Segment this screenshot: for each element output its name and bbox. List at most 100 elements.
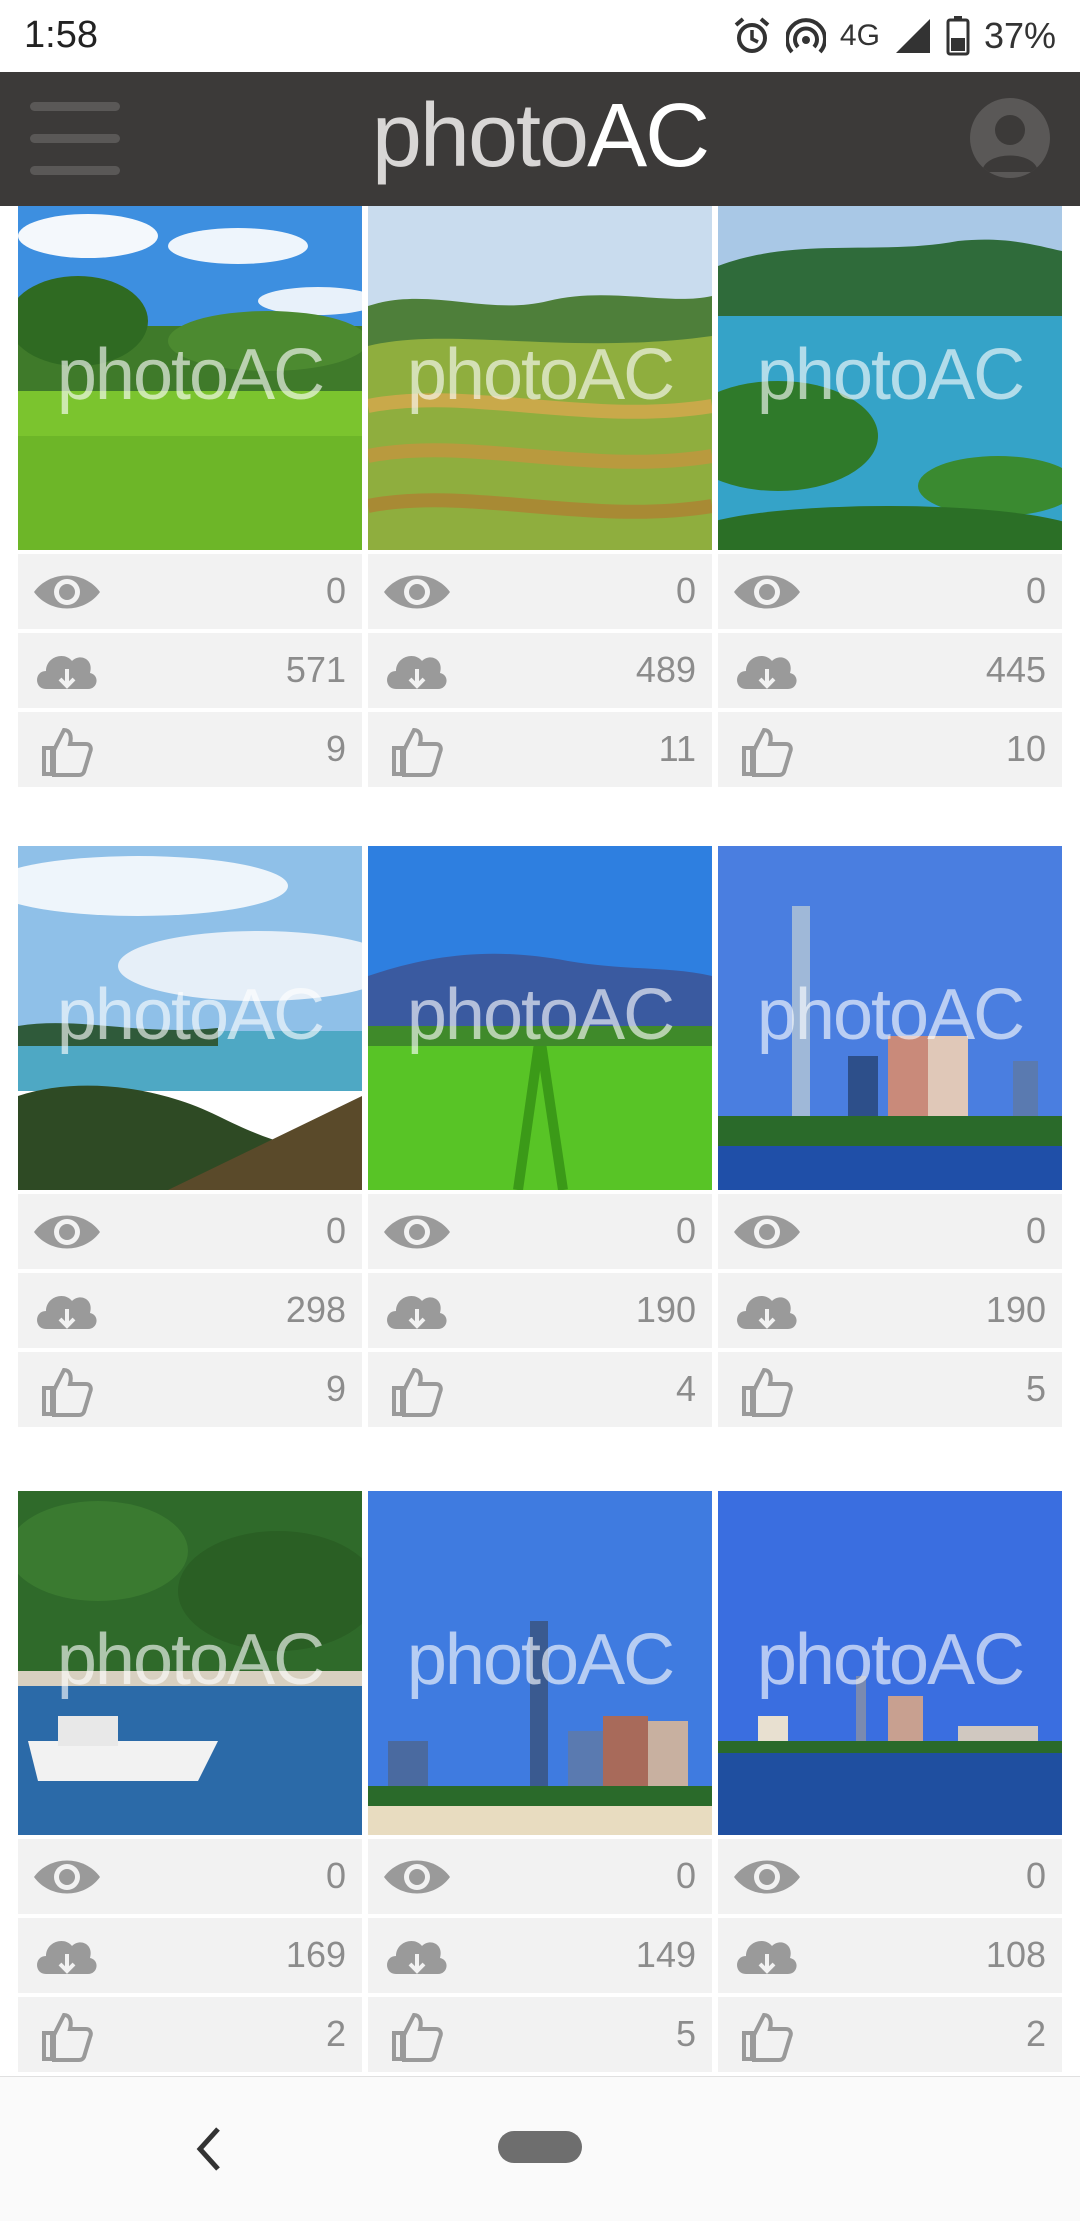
cloud-download-icon <box>737 1296 797 1329</box>
avatar-silhouette <box>982 115 1038 172</box>
photo-card[interactable]: photoAC 0 298 9 <box>18 846 362 1427</box>
photo-thumbnail[interactable]: photoAC <box>368 206 712 550</box>
photo-thumbnail[interactable]: photoAC <box>18 206 362 550</box>
downloads-count: 571 <box>285 649 346 690</box>
photo-thumbnail[interactable]: photoAC <box>718 846 1062 1190</box>
app-logo[interactable]: photoAC <box>0 86 1080 186</box>
back-icon[interactable] <box>190 2121 230 2177</box>
likes-stat: 5 <box>718 1352 1062 1427</box>
likes-count: 5 <box>1025 1368 1046 1409</box>
eye-icon <box>734 1215 800 1249</box>
eye-icon <box>34 1215 100 1249</box>
thumbs-up-icon <box>42 1367 93 1417</box>
likes-count: 2 <box>325 2013 346 2054</box>
views-count: 0 <box>1025 570 1046 611</box>
photo-card[interactable]: photoAC 0 108 2 <box>718 1491 1062 2072</box>
likes-stat: 2 <box>718 1997 1062 2072</box>
downloads-stat: 190 <box>368 1273 712 1348</box>
views-count: 0 <box>1025 1210 1046 1251</box>
cloud-download-icon <box>387 1941 447 1974</box>
likes-stat: 9 <box>18 1352 362 1427</box>
views-count: 0 <box>675 1210 696 1251</box>
likes-stat: 10 <box>718 712 1062 787</box>
photo-thumbnail[interactable]: photoAC <box>718 1491 1062 1835</box>
likes-count: 10 <box>1005 728 1046 769</box>
downloads-count: 108 <box>985 1934 1046 1975</box>
photo-card[interactable]: photoAC 0 149 5 <box>368 1491 712 2072</box>
thumbs-up-icon <box>392 2012 443 2062</box>
eye-icon <box>384 575 450 609</box>
views-count: 0 <box>325 1855 346 1896</box>
battery-percent: 37% <box>983 15 1056 56</box>
eye-icon <box>34 575 100 609</box>
cloud-download-icon <box>37 656 97 689</box>
downloads-count: 298 <box>285 1289 346 1330</box>
views-stat: 0 <box>368 1839 712 1914</box>
photo-card[interactable]: photoAC 0 169 2 <box>18 1491 362 2072</box>
status-icons: 4G 37% <box>732 12 1056 60</box>
photo-thumbnail[interactable]: photoAC <box>18 846 362 1190</box>
user-avatar-icon[interactable] <box>970 98 1050 178</box>
views-count: 0 <box>1025 1855 1046 1896</box>
views-stat: 0 <box>718 554 1062 629</box>
logo-part2: AC <box>587 86 710 186</box>
photo-card[interactable]: photoAC 0 571 9 <box>18 206 362 787</box>
downloads-stat: 108 <box>718 1918 1062 1993</box>
views-stat: 0 <box>18 554 362 629</box>
downloads-stat: 571 <box>18 633 362 708</box>
views-stat: 0 <box>368 554 712 629</box>
photo-card[interactable]: photoAC 0 190 4 <box>368 846 712 1427</box>
photo-thumbnail[interactable]: photoAC <box>718 206 1062 550</box>
views-stat: 0 <box>18 1194 362 1269</box>
photo-thumbnail[interactable]: photoAC <box>368 846 712 1190</box>
views-count: 0 <box>675 570 696 611</box>
watermark: photoAC <box>406 335 675 415</box>
photo-thumbnail[interactable]: photoAC <box>18 1491 362 1835</box>
downloads-stat: 489 <box>368 633 712 708</box>
likes-count: 4 <box>675 1368 696 1409</box>
alarm-icon <box>734 17 770 53</box>
eye-icon <box>384 1215 450 1249</box>
views-stat: 0 <box>18 1839 362 1914</box>
photo-card[interactable]: photoAC 0 445 10 <box>718 206 1062 787</box>
photo-card[interactable]: photoAC 0 489 11 <box>368 206 712 787</box>
cloud-download-icon <box>387 656 447 689</box>
downloads-stat: 445 <box>718 633 1062 708</box>
watermark: photoAC <box>756 335 1025 415</box>
signal-icon <box>895 19 930 53</box>
cloud-download-icon <box>737 656 797 689</box>
cloud-download-icon <box>387 1296 447 1329</box>
likes-stat: 9 <box>18 712 362 787</box>
downloads-stat: 190 <box>718 1273 1062 1348</box>
eye-icon <box>34 1860 100 1894</box>
watermark: photoAC <box>756 1620 1025 1700</box>
views-count: 0 <box>325 570 346 611</box>
battery-icon <box>946 16 970 56</box>
thumbs-up-icon <box>42 727 93 777</box>
photo-card[interactable]: photoAC 0 190 5 <box>718 846 1062 1427</box>
views-count: 0 <box>675 1855 696 1896</box>
network-label: 4G <box>839 19 880 52</box>
photo-thumbnail[interactable]: photoAC <box>368 1491 712 1835</box>
watermark: photoAC <box>406 1620 675 1700</box>
system-nav-bar <box>0 2076 1080 2221</box>
views-count: 0 <box>325 1210 346 1251</box>
downloads-stat: 149 <box>368 1918 712 1993</box>
eye-icon <box>734 575 800 609</box>
likes-count: 2 <box>1025 2013 1046 2054</box>
eye-icon <box>384 1860 450 1894</box>
cloud-download-icon <box>37 1296 97 1329</box>
downloads-count: 489 <box>635 649 696 690</box>
thumbs-up-icon <box>742 1367 793 1417</box>
status-bar: 1:58 4G 37% <box>0 0 1080 72</box>
app-header: photoAC <box>0 72 1080 206</box>
likes-count: 11 <box>658 728 696 769</box>
views-stat: 0 <box>368 1194 712 1269</box>
views-stat: 0 <box>718 1839 1062 1914</box>
likes-count: 5 <box>675 2013 696 2054</box>
watermark: photoAC <box>406 975 675 1055</box>
home-pill-button[interactable] <box>498 2131 582 2163</box>
watermark: photoAC <box>56 335 325 415</box>
eye-icon <box>734 1860 800 1894</box>
downloads-stat: 169 <box>18 1918 362 1993</box>
